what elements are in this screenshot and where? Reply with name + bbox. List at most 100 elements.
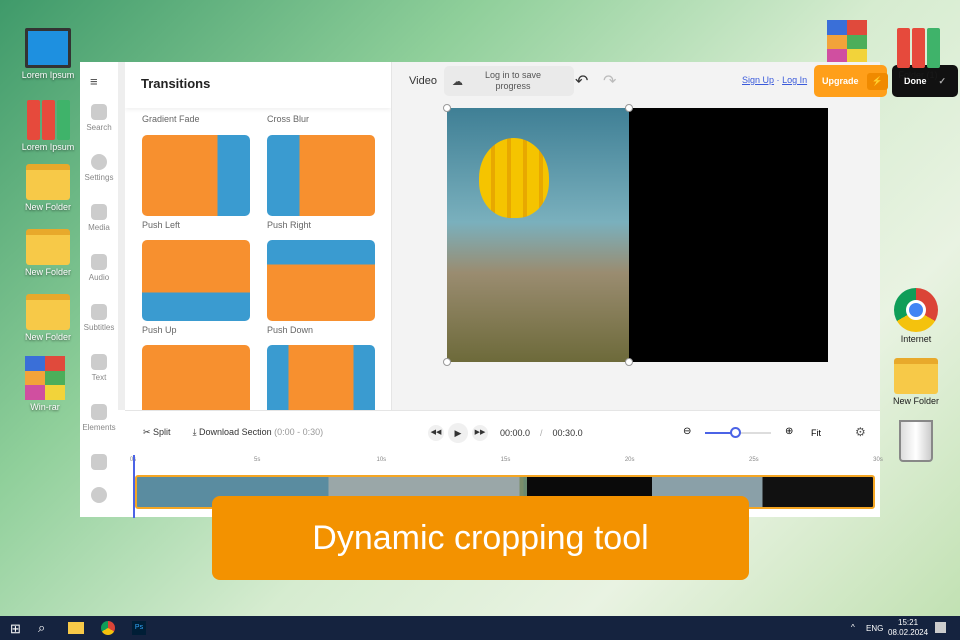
- forward-button[interactable]: ▶▶: [472, 425, 488, 441]
- help-button[interactable]: [80, 487, 118, 506]
- music-note-icon: [91, 254, 107, 270]
- crop-handle[interactable]: [625, 104, 633, 112]
- monitor-icon: [25, 28, 71, 68]
- help-icon: [91, 487, 107, 503]
- sidebar-item-video[interactable]: [80, 454, 118, 473]
- crop-handle[interactable]: [443, 104, 451, 112]
- settings-icon[interactable]: ⚙: [855, 425, 866, 439]
- desktop-icon-folder[interactable]: New Folder: [16, 229, 80, 277]
- winrar-icon: [827, 20, 867, 64]
- video-editor-window: ≡ Search Settings Media Audio Subtitles …: [80, 62, 958, 518]
- tick-label: 15s: [500, 457, 511, 463]
- scissors-icon: ✂: [143, 427, 154, 437]
- sidebar: ≡ Search Settings Media Audio Subtitles …: [80, 62, 125, 506]
- crop-handle[interactable]: [443, 358, 451, 366]
- transition-thumb-push-left[interactable]: [142, 135, 250, 216]
- desktop-icon-folder[interactable]: New Folder: [16, 294, 80, 342]
- tick-label: 10s: [376, 457, 387, 463]
- total-time: 00:30.0: [552, 428, 583, 438]
- desktop-icon-winrar[interactable]: [815, 20, 879, 66]
- video-camera-icon: [91, 454, 107, 470]
- folder-icon: [26, 294, 70, 330]
- separator: ·: [776, 75, 780, 85]
- notification-icon[interactable]: [935, 622, 946, 633]
- transition-label: Push Right: [267, 220, 312, 230]
- transition-thumb-push-up[interactable]: [142, 240, 250, 321]
- windows-start-icon[interactable]: ⊞: [10, 621, 21, 637]
- fit-button[interactable]: Fit: [811, 428, 821, 438]
- lightning-icon: ⚡: [866, 72, 888, 90]
- recycle-bin-icon[interactable]: [884, 420, 948, 464]
- desktop-icon-binders[interactable]: Lorem Ipsum: [16, 100, 80, 152]
- zoom-slider[interactable]: [705, 427, 771, 438]
- sidebar-item-elements[interactable]: Elements: [80, 404, 118, 432]
- transition-cross-blur[interactable]: Cross Blur: [267, 114, 309, 124]
- sign-up-link[interactable]: Sign Up: [742, 75, 774, 85]
- chrome-icon: [894, 288, 938, 332]
- folder-icon: [26, 164, 70, 200]
- transition-gradient-fade[interactable]: Gradient Fade: [142, 114, 200, 124]
- clock[interactable]: 15:21 08.02.2024: [888, 618, 928, 638]
- transition-thumb-push-down[interactable]: [267, 240, 375, 321]
- zoom-in-icon[interactable]: ⊕: [785, 426, 793, 437]
- binders-icon: [896, 28, 940, 68]
- redo-icon[interactable]: ↷: [603, 71, 616, 91]
- tick-label: 5s: [253, 457, 261, 463]
- desktop-icon-folder[interactable]: New Folder: [884, 358, 948, 406]
- rewind-button[interactable]: ◀◀: [428, 425, 444, 441]
- desktop-icon-winrar[interactable]: Win-rar: [13, 356, 77, 412]
- tray-chevron-icon[interactable]: ^: [851, 623, 855, 632]
- chrome-icon[interactable]: [101, 621, 115, 635]
- sidebar-item-subtitles[interactable]: Subtitles: [80, 304, 118, 332]
- save-progress-hint[interactable]: ☁ Log in to save progress: [444, 66, 574, 96]
- transition-label: Push Up: [142, 325, 177, 335]
- sidebar-item-media[interactable]: Media: [80, 204, 118, 232]
- transition-thumb-push-right[interactable]: [267, 135, 375, 216]
- split-button[interactable]: ✂ Split: [143, 427, 171, 438]
- sidebar-item-text[interactable]: Text: [80, 354, 118, 382]
- sidebar-item-search[interactable]: Search: [80, 104, 118, 132]
- binders-icon: [26, 100, 70, 140]
- desktop-icon-internet[interactable]: Internet: [884, 288, 948, 344]
- file-explorer-icon[interactable]: [68, 622, 84, 634]
- menu-icon[interactable]: ≡: [90, 74, 98, 89]
- desktop-icon-computer[interactable]: Lorem Ipsum: [16, 28, 80, 80]
- time-ruler: 0s5s10s15s20s25s30s: [130, 457, 883, 469]
- log-in-link[interactable]: Log In: [782, 75, 807, 85]
- tick-label: 25s: [748, 457, 759, 463]
- play-button[interactable]: ▶: [448, 423, 468, 443]
- crop-handle[interactable]: [625, 358, 633, 366]
- gear-icon: [91, 154, 107, 170]
- undo-icon[interactable]: ↶: [575, 71, 588, 91]
- transition-thumb[interactable]: [267, 345, 375, 410]
- desktop-icon-folder[interactable]: New Folder: [16, 164, 80, 212]
- panel-title: Transitions: [125, 62, 391, 108]
- search-icon[interactable]: ⌕: [38, 620, 45, 636]
- elements-icon: [91, 404, 107, 420]
- desktop-icon-folder-1[interactable]: Folder (1): [886, 28, 950, 81]
- transition-label: Push Down: [267, 325, 314, 335]
- feature-banner: Dynamic cropping tool: [212, 496, 749, 580]
- upgrade-button[interactable]: Upgrade ⚡: [814, 65, 888, 97]
- text-icon: [91, 354, 107, 370]
- cloud-off-icon: ☁: [452, 75, 463, 88]
- zoom-slider-knob[interactable]: [729, 427, 741, 438]
- transitions-panel: Transitions Gradient Fade Cross Blur Pus…: [125, 62, 392, 410]
- transition-thumb[interactable]: [142, 345, 250, 410]
- tick-label: 30s: [873, 457, 883, 463]
- tick-label: 20s: [624, 457, 635, 463]
- language-indicator[interactable]: ENG: [866, 624, 883, 633]
- photoshop-icon[interactable]: Ps: [132, 621, 146, 635]
- taskbar: ⊞ ⌕ Ps ^ ENG 15:21 08.02.2024: [0, 616, 960, 640]
- folder-icon: [894, 358, 938, 394]
- balloon-image: [479, 138, 549, 218]
- cropped-video-frame[interactable]: [447, 108, 629, 362]
- time-separator: /: [540, 428, 543, 438]
- sidebar-item-settings[interactable]: Settings: [80, 154, 118, 182]
- top-bar: Video ☁ Log in to save progress ↶ ↷ Sign…: [392, 62, 958, 102]
- sidebar-item-audio[interactable]: Audio: [80, 254, 118, 282]
- download-section-button[interactable]: ⤓ Download Section (0:00 - 0:30): [193, 427, 324, 438]
- folder-icon: [26, 229, 70, 265]
- zoom-out-icon[interactable]: ⊖: [683, 426, 691, 437]
- canvas: [443, 104, 828, 366]
